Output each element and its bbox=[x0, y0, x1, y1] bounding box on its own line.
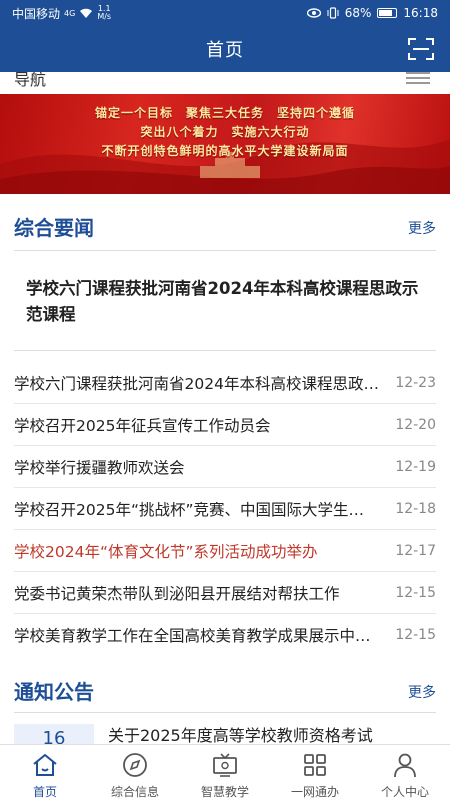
news-more-link[interactable]: 更多 bbox=[408, 218, 436, 238]
news-title: 学校召开2025年“挑战杯”竞赛、中国国际大学生创新大赛动员会 bbox=[14, 500, 379, 519]
news-date: 12-15 bbox=[395, 584, 436, 601]
news-title: 学校2024年“体育文化节”系列活动成功举办 bbox=[14, 542, 318, 561]
tab-smart-teaching[interactable]: 智慧教学 bbox=[180, 745, 270, 800]
eye-icon bbox=[306, 8, 321, 18]
tab-personal-center[interactable]: 个人中心 bbox=[360, 745, 450, 800]
compass-icon bbox=[123, 753, 147, 777]
news-title: 学校六门课程获批河南省2024年本科高校课程思政示范课程 bbox=[14, 374, 379, 393]
banner-line-2: 突出八个着力 实施六大行动 bbox=[140, 125, 310, 139]
news-date: 12-17 bbox=[395, 542, 436, 559]
banner-line-1: 锚定一个目标 聚焦三大任务 坚持四个遵循 bbox=[94, 106, 355, 120]
page-title: 首页 bbox=[206, 40, 244, 61]
news-section-title: 综合要闻 bbox=[14, 216, 94, 240]
news-item[interactable]: 党委书记黄荣杰带队到泌阳县开展结对帮扶工作 12-15 bbox=[14, 572, 436, 614]
grid-icon bbox=[304, 754, 326, 776]
news-item[interactable]: 学校召开2025年“挑战杯”竞赛、中国国际大学生创新大赛动员会 12-18 bbox=[14, 488, 436, 530]
divider bbox=[14, 712, 436, 713]
tab-label: 个人中心 bbox=[380, 785, 429, 799]
news-date: 12-18 bbox=[395, 500, 436, 517]
menu-icon[interactable] bbox=[406, 72, 430, 84]
notice-date-day: 16 bbox=[14, 724, 94, 744]
news-item[interactable]: 学校美育教学工作在全国高校美育教学成果展示中获奖 12-15 bbox=[14, 614, 436, 656]
tab-general-info[interactable]: 综合信息 bbox=[90, 745, 180, 800]
notice-section-header: 通知公告 更多 bbox=[0, 670, 450, 710]
speed-unit: M/s bbox=[97, 12, 112, 21]
tv-icon bbox=[213, 753, 237, 777]
news-title: 学校召开2025年征兵宣传工作动员会 bbox=[14, 416, 271, 435]
carrier-name: 中国移动 bbox=[12, 6, 61, 21]
news-title: 学校举行援疆教师欢送会 bbox=[14, 458, 185, 477]
banner-line-3: 不断开创特色鲜明的高水平大学建设新局面 bbox=[101, 144, 349, 158]
hero-banner[interactable]: 锚定一个目标 聚焦三大任务 坚持四个遵循 突出八个着力 实施六大行动 不断开创特… bbox=[0, 94, 450, 194]
bottom-nav: 首页 综合信息 智慧教学 一网通办 个人中心 bbox=[0, 744, 450, 800]
notice-more-link[interactable]: 更多 bbox=[408, 682, 436, 702]
vibrate-icon bbox=[327, 7, 339, 19]
divider bbox=[14, 350, 436, 351]
news-title: 党委书记黄荣杰带队到泌阳县开展结对帮扶工作 bbox=[14, 584, 340, 603]
news-item[interactable]: 学校举行援疆教师欢送会 12-19 bbox=[14, 446, 436, 488]
news-date: 12-19 bbox=[395, 458, 436, 475]
battery-icon bbox=[377, 8, 398, 18]
headline-news[interactable]: 学校六门课程获批河南省2024年本科高校课程思政示范课程 bbox=[26, 276, 426, 328]
divider bbox=[14, 250, 436, 251]
news-item-highlighted[interactable]: 学校2024年“体育文化节”系列活动成功举办 12-17 bbox=[14, 530, 436, 572]
news-date: 12-20 bbox=[395, 416, 436, 433]
person-icon bbox=[394, 753, 416, 778]
nav-label: 导航 bbox=[14, 72, 47, 89]
news-item[interactable]: 学校六门课程获批河南省2024年本科高校课程思政示范课程 12-23 bbox=[14, 362, 436, 404]
network-speed: 1.1 M/s bbox=[97, 5, 111, 21]
nav-strip: 导航 bbox=[0, 72, 450, 94]
notice-item[interactable]: 16 关于2025年度高等学校教师资格考试 bbox=[14, 722, 436, 744]
clock-time: 16:18 bbox=[403, 6, 438, 20]
network-type: 4G bbox=[64, 8, 76, 18]
news-title: 学校美育教学工作在全国高校美育教学成果展示中获奖 bbox=[14, 627, 379, 645]
tab-home[interactable]: 首页 bbox=[0, 745, 90, 800]
tab-label: 综合信息 bbox=[110, 785, 159, 799]
tab-label: 一网通办 bbox=[290, 785, 339, 799]
notice-title: 关于2025年度高等学校教师资格考试 bbox=[108, 726, 373, 744]
app-header: 首页 bbox=[0, 26, 450, 72]
news-item[interactable]: 学校召开2025年征兵宣传工作动员会 12-20 bbox=[14, 404, 436, 446]
notice-section-title: 通知公告 bbox=[14, 680, 94, 704]
tab-label: 首页 bbox=[32, 785, 57, 799]
tab-one-stop-service[interactable]: 一网通办 bbox=[270, 745, 360, 800]
battery-percent: 68% bbox=[344, 6, 372, 20]
status-bar: 中国移动 4G 1.1 M/s 68% 16:18 bbox=[0, 0, 450, 26]
news-date: 12-15 bbox=[395, 627, 436, 643]
news-date: 12-23 bbox=[395, 374, 436, 391]
home-icon bbox=[33, 753, 57, 776]
scan-icon[interactable] bbox=[408, 37, 434, 61]
tab-label: 智慧教学 bbox=[200, 785, 249, 799]
news-section-header: 综合要闻 更多 bbox=[0, 206, 450, 246]
wifi-icon bbox=[80, 8, 93, 18]
news-list: 学校六门课程获批河南省2024年本科高校课程思政示范课程 12-23 学校召开2… bbox=[14, 362, 436, 656]
